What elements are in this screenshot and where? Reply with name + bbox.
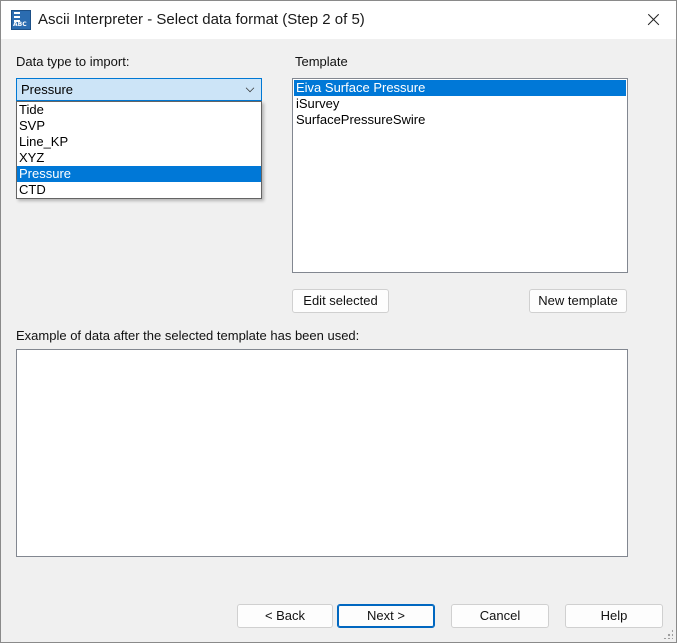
abc-icon: ABC — [11, 10, 31, 30]
template-listbox[interactable]: Eiva Surface Pressure iSurvey SurfacePre… — [292, 78, 628, 273]
cancel-button[interactable]: Cancel — [451, 604, 549, 628]
dropdown-option-ctd[interactable]: CTD — [17, 182, 261, 198]
template-item-surface-pressure-swire[interactable]: SurfacePressureSwire — [294, 112, 626, 128]
template-item-isurvey[interactable]: iSurvey — [294, 96, 626, 112]
dropdown-option-xyz[interactable]: XYZ — [17, 150, 261, 166]
window-title: Ascii Interpreter - Select data format (… — [38, 11, 365, 28]
edit-selected-button[interactable]: Edit selected — [292, 289, 389, 313]
chevron-down-icon[interactable] — [245, 83, 255, 93]
back-button[interactable]: < Back — [237, 604, 333, 628]
data-type-selected-value: Pressure — [21, 82, 74, 97]
template-label: Template — [295, 54, 348, 69]
data-type-dropdown-list: Tide SVP Line_KP XYZ Pressure CTD — [16, 101, 262, 199]
new-template-button[interactable]: New template — [529, 289, 627, 313]
data-type-label: Data type to import: — [16, 54, 130, 69]
preview-label: Example of data after the selected templ… — [16, 328, 360, 343]
dropdown-option-pressure[interactable]: Pressure — [17, 166, 261, 182]
close-icon[interactable] — [630, 1, 676, 39]
help-button[interactable]: Help — [565, 604, 663, 628]
preview-data-area[interactable] — [16, 349, 628, 557]
data-type-combobox[interactable]: Pressure — [16, 78, 262, 101]
dropdown-option-svp[interactable]: SVP — [17, 118, 261, 134]
next-button[interactable]: Next > — [337, 604, 435, 628]
title-bar: ABC Ascii Interpreter - Select data form… — [1, 1, 676, 39]
resize-grip-icon[interactable] — [663, 629, 673, 639]
dropdown-option-tide[interactable]: Tide — [17, 102, 261, 118]
template-item-eiva-surface-pressure[interactable]: Eiva Surface Pressure — [294, 80, 626, 96]
dropdown-option-line-kp[interactable]: Line_KP — [17, 134, 261, 150]
dialog-window: ABC Ascii Interpreter - Select data form… — [0, 0, 677, 643]
